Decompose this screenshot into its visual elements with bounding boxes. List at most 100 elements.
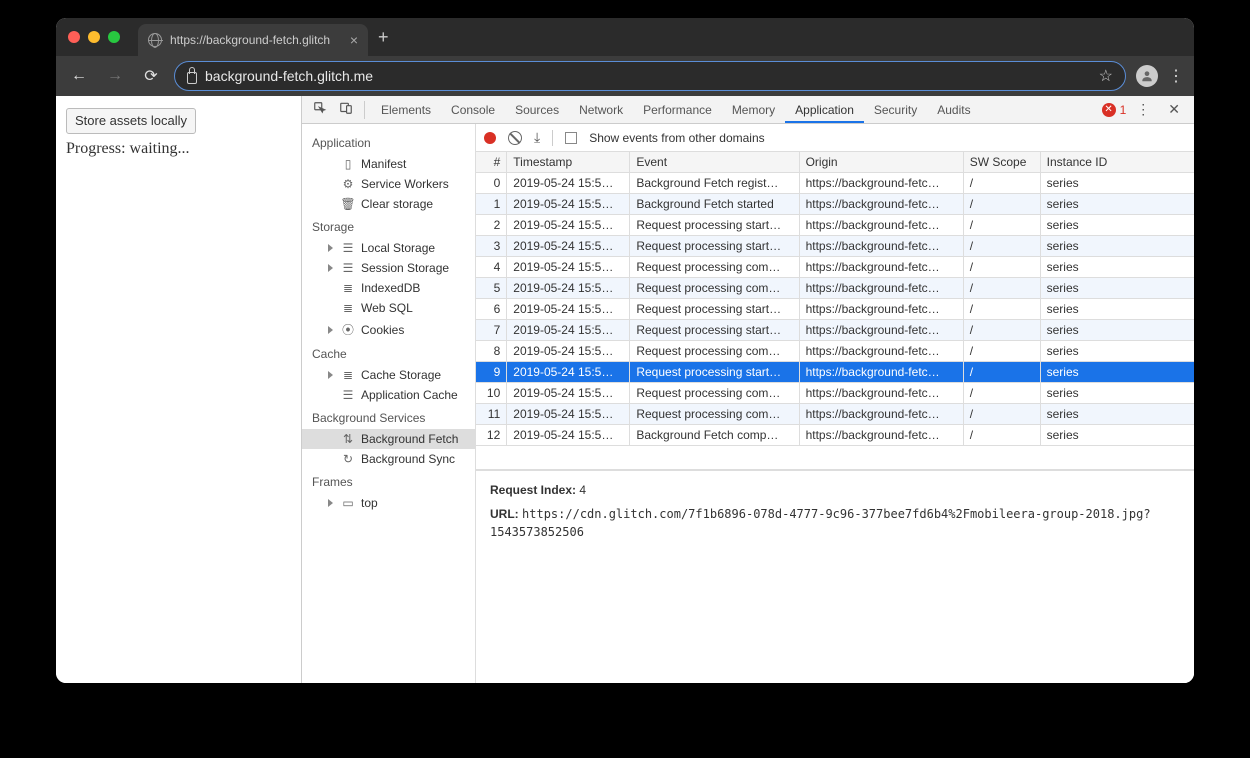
- table-row[interactable]: 42019-05-24 15:5…Request processing com……: [476, 257, 1194, 278]
- cell: https://background-fetc…: [799, 320, 963, 341]
- table-row[interactable]: 02019-05-24 15:5…Background Fetch regist…: [476, 173, 1194, 194]
- cell: 4: [476, 257, 507, 278]
- sidebar-item-label: IndexedDB: [361, 281, 420, 295]
- sidebar-item-web-sql[interactable]: ≣Web SQL: [302, 298, 475, 318]
- table-row[interactable]: 72019-05-24 15:5…Request processing star…: [476, 320, 1194, 341]
- table-row[interactable]: 32019-05-24 15:5…Request processing star…: [476, 236, 1194, 257]
- sidebar-item-label: Background Fetch: [361, 432, 458, 446]
- new-tab-button[interactable]: +: [378, 27, 389, 48]
- sidebar-item-background-sync[interactable]: ↻Background Sync: [302, 449, 475, 469]
- cell: 2019-05-24 15:5…: [507, 362, 630, 383]
- cell: 2019-05-24 15:5…: [507, 383, 630, 404]
- column-header[interactable]: Origin: [799, 152, 963, 173]
- sidebar-item-application-cache[interactable]: ☰Application Cache: [302, 385, 475, 405]
- sidebar-item-manifest[interactable]: ▯Manifest: [302, 154, 475, 174]
- cell: 2019-05-24 15:5…: [507, 299, 630, 320]
- column-header[interactable]: #: [476, 152, 507, 173]
- cell: 2019-05-24 15:5…: [507, 236, 630, 257]
- table-row[interactable]: 52019-05-24 15:5…Request processing com……: [476, 278, 1194, 299]
- devtools-tab-audits[interactable]: Audits: [927, 97, 980, 123]
- reload-button[interactable]: ⟳: [138, 63, 164, 89]
- devtools-tab-network[interactable]: Network: [569, 97, 633, 123]
- cell: /: [963, 383, 1040, 404]
- cell: 2019-05-24 15:5…: [507, 173, 630, 194]
- store-assets-button[interactable]: Store assets locally: [66, 108, 196, 134]
- bookmark-icon[interactable]: ☆: [1099, 66, 1113, 86]
- browser-menu-button[interactable]: ⋮: [1168, 66, 1184, 86]
- show-other-domains-checkbox[interactable]: [565, 132, 577, 144]
- table-row[interactable]: 122019-05-24 15:5…Background Fetch comp……: [476, 425, 1194, 446]
- sidebar-item-clear-storage[interactable]: 🗑Clear storage: [302, 194, 475, 214]
- events-table: #TimestampEventOriginSW ScopeInstance ID…: [476, 152, 1194, 470]
- forward-button[interactable]: →: [102, 63, 128, 89]
- sidebar-item-indexeddb[interactable]: ≣IndexedDB: [302, 278, 475, 298]
- cell: 0: [476, 173, 507, 194]
- devtools-tab-console[interactable]: Console: [441, 97, 505, 123]
- sidebar-group: Storage: [302, 214, 475, 238]
- sidebar-item-local-storage[interactable]: ☰Local Storage: [302, 238, 475, 258]
- table-row[interactable]: 92019-05-24 15:5…Request processing star…: [476, 362, 1194, 383]
- device-toggle-icon[interactable]: [334, 101, 358, 118]
- close-tab-button[interactable]: ×: [350, 32, 358, 48]
- cell: 1: [476, 194, 507, 215]
- record-button[interactable]: [484, 132, 496, 144]
- sidebar-item-cookies[interactable]: ⦿Cookies: [302, 318, 475, 341]
- cell: /: [963, 215, 1040, 236]
- cell: https://background-fetc…: [799, 404, 963, 425]
- cell: https://background-fetc…: [799, 257, 963, 278]
- address-bar[interactable]: background-fetch.glitch.me ☆: [174, 61, 1126, 91]
- column-header[interactable]: Timestamp: [507, 152, 630, 173]
- devtools-tab-sources[interactable]: Sources: [505, 97, 569, 123]
- devtools-tab-memory[interactable]: Memory: [722, 97, 785, 123]
- cell: 9: [476, 362, 507, 383]
- clear-button[interactable]: [508, 131, 522, 145]
- browser-window: https://background-fetch.glitch × + ← → …: [56, 18, 1194, 683]
- cell: Request processing com…: [630, 383, 799, 404]
- sidebar-item-label: Clear storage: [361, 197, 433, 211]
- table-row[interactable]: 112019-05-24 15:5…Request processing com…: [476, 404, 1194, 425]
- devtools-menu-button[interactable]: ⋮: [1128, 101, 1158, 118]
- download-button[interactable]: ⤓: [534, 129, 540, 146]
- devtools-close-button[interactable]: ✕: [1160, 101, 1188, 118]
- column-header[interactable]: Event: [630, 152, 799, 173]
- disks-icon: ≣: [341, 301, 355, 315]
- table-row[interactable]: 102019-05-24 15:5…Request processing com…: [476, 383, 1194, 404]
- frame-icon: ▭: [341, 496, 355, 510]
- cell: https://background-fetc…: [799, 236, 963, 257]
- minimize-window-button[interactable]: [88, 31, 100, 43]
- sidebar-item-label: Cookies: [361, 323, 404, 337]
- sidebar-item-top[interactable]: ▭top: [302, 493, 475, 513]
- profile-button[interactable]: [1136, 65, 1158, 87]
- sidebar-item-cache-storage[interactable]: ≣Cache Storage: [302, 365, 475, 385]
- table-row[interactable]: 62019-05-24 15:5…Request processing star…: [476, 299, 1194, 320]
- cell: 2019-05-24 15:5…: [507, 194, 630, 215]
- sidebar-item-session-storage[interactable]: ☰Session Storage: [302, 258, 475, 278]
- cell: 11: [476, 404, 507, 425]
- error-icon: ✕: [1102, 103, 1116, 117]
- doc-icon: ▯: [341, 157, 355, 171]
- close-window-button[interactable]: [68, 31, 80, 43]
- maximize-window-button[interactable]: [108, 31, 120, 43]
- table-row[interactable]: 82019-05-24 15:5…Request processing com……: [476, 341, 1194, 362]
- cell: series: [1040, 173, 1194, 194]
- application-sidebar[interactable]: Application▯Manifest⚙Service Workers🗑Cle…: [302, 124, 476, 683]
- table-row[interactable]: 22019-05-24 15:5…Request processing star…: [476, 215, 1194, 236]
- devtools-tab-performance[interactable]: Performance: [633, 97, 722, 123]
- column-header[interactable]: SW Scope: [963, 152, 1040, 173]
- devtools-tab-application[interactable]: Application: [785, 97, 864, 123]
- cell: series: [1040, 299, 1194, 320]
- webpage: Store assets locally Progress: waiting..…: [56, 96, 301, 683]
- table-row[interactable]: 12019-05-24 15:5…Background Fetch starte…: [476, 194, 1194, 215]
- cell: https://background-fetc…: [799, 278, 963, 299]
- inspect-icon[interactable]: [308, 101, 332, 118]
- sidebar-item-label: Session Storage: [361, 261, 449, 275]
- column-header[interactable]: Instance ID: [1040, 152, 1194, 173]
- devtools-tab-security[interactable]: Security: [864, 97, 927, 123]
- back-button[interactable]: ←: [66, 63, 92, 89]
- error-indicator[interactable]: ✕ 1: [1102, 103, 1127, 117]
- sidebar-item-background-fetch[interactable]: ⇅Background Fetch: [302, 429, 475, 449]
- devtools-tab-elements[interactable]: Elements: [371, 97, 441, 123]
- sidebar-item-service-workers[interactable]: ⚙Service Workers: [302, 174, 475, 194]
- browser-tab[interactable]: https://background-fetch.glitch ×: [138, 24, 368, 56]
- url-value: https://cdn.glitch.com/7f1b6896-078d-477…: [490, 507, 1151, 539]
